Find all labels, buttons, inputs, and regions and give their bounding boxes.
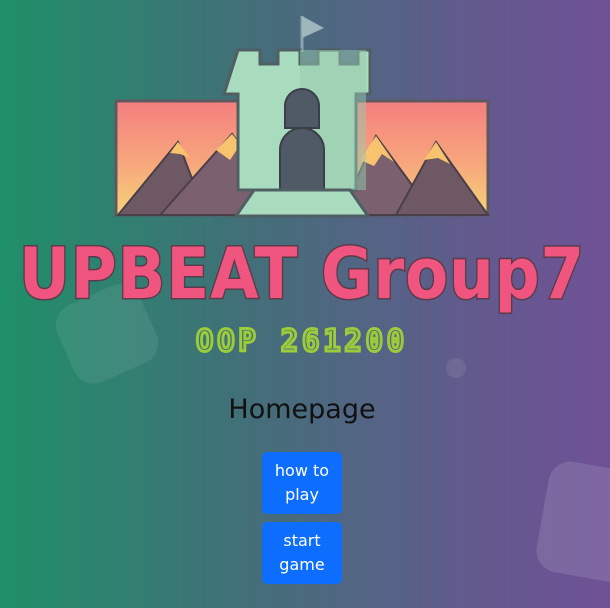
page-title: Homepage	[228, 394, 376, 425]
background-shape	[533, 458, 610, 586]
logo-title: UPBEAT Group7	[19, 233, 585, 315]
game-logo: UPBEAT Group7 OOP 261200	[18, 16, 586, 360]
logo-subtitle: OOP 261200	[196, 324, 408, 359]
castle-icon	[221, 16, 372, 218]
start-game-button[interactable]: start game	[262, 522, 342, 584]
how-to-play-button[interactable]: how to play	[262, 452, 342, 514]
background-dot	[446, 358, 466, 378]
